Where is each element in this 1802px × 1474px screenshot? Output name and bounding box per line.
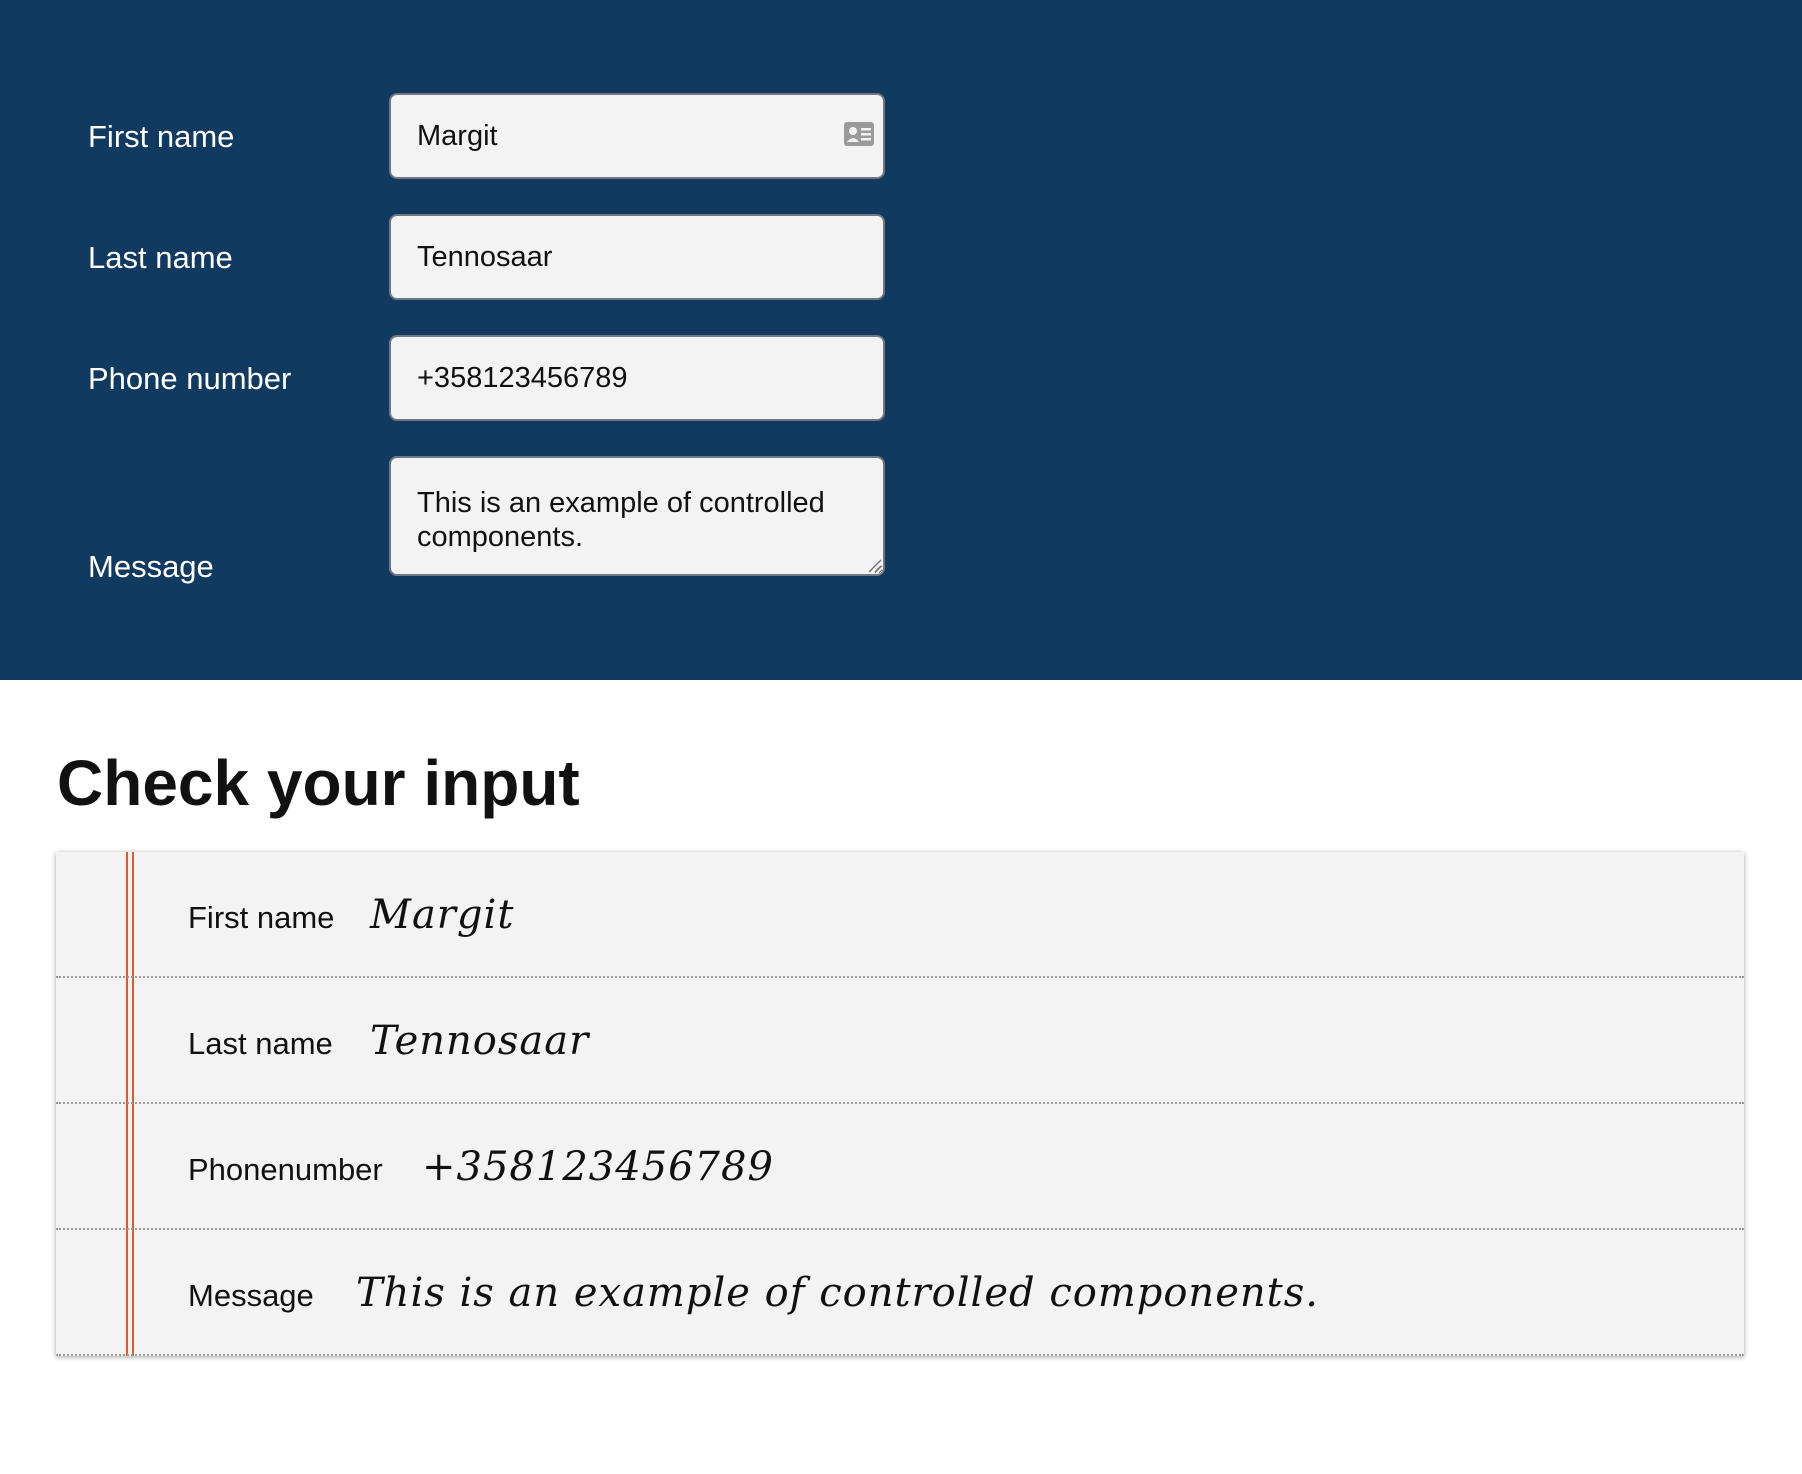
summary-label: Message: [188, 1278, 314, 1313]
summary-label: Phonenumber: [188, 1152, 383, 1187]
summary-label: First name: [188, 900, 335, 935]
first-name-input[interactable]: [389, 93, 885, 179]
first-name-label: First name: [88, 119, 235, 154]
first-name-field-wrapper: [389, 93, 885, 179]
form-panel: First name Last name Phone number Messag…: [0, 0, 1802, 680]
summary-row-last-name: Last name Tennosaar: [56, 978, 1744, 1104]
summary-row-message: Message This is an example of controlled…: [56, 1230, 1744, 1356]
summary-value: Margit: [370, 892, 515, 938]
last-name-label: Last name: [88, 240, 233, 275]
check-input-heading: Check your input: [57, 747, 580, 819]
summary-value: +358123456789: [422, 1144, 774, 1190]
phone-input[interactable]: [389, 335, 885, 421]
summary-card: First name Margit Last name Tennosaar Ph…: [56, 852, 1744, 1356]
message-label: Message: [88, 549, 214, 584]
summary-row-phone: Phonenumber +358123456789: [56, 1104, 1744, 1230]
summary-value: Tennosaar: [370, 1018, 590, 1064]
message-field-wrapper: This is an example of controlled compone…: [389, 456, 885, 576]
summary-row-first-name: First name Margit: [56, 852, 1744, 978]
summary-label: Last name: [188, 1026, 333, 1061]
resize-handle-icon[interactable]: [866, 557, 882, 573]
last-name-input[interactable]: [389, 214, 885, 300]
phone-label: Phone number: [88, 361, 292, 396]
message-textarea[interactable]: This is an example of controlled compone…: [389, 456, 885, 576]
summary-value: This is an example of controlled compone…: [356, 1270, 1319, 1316]
contact-card-icon[interactable]: [843, 121, 875, 147]
